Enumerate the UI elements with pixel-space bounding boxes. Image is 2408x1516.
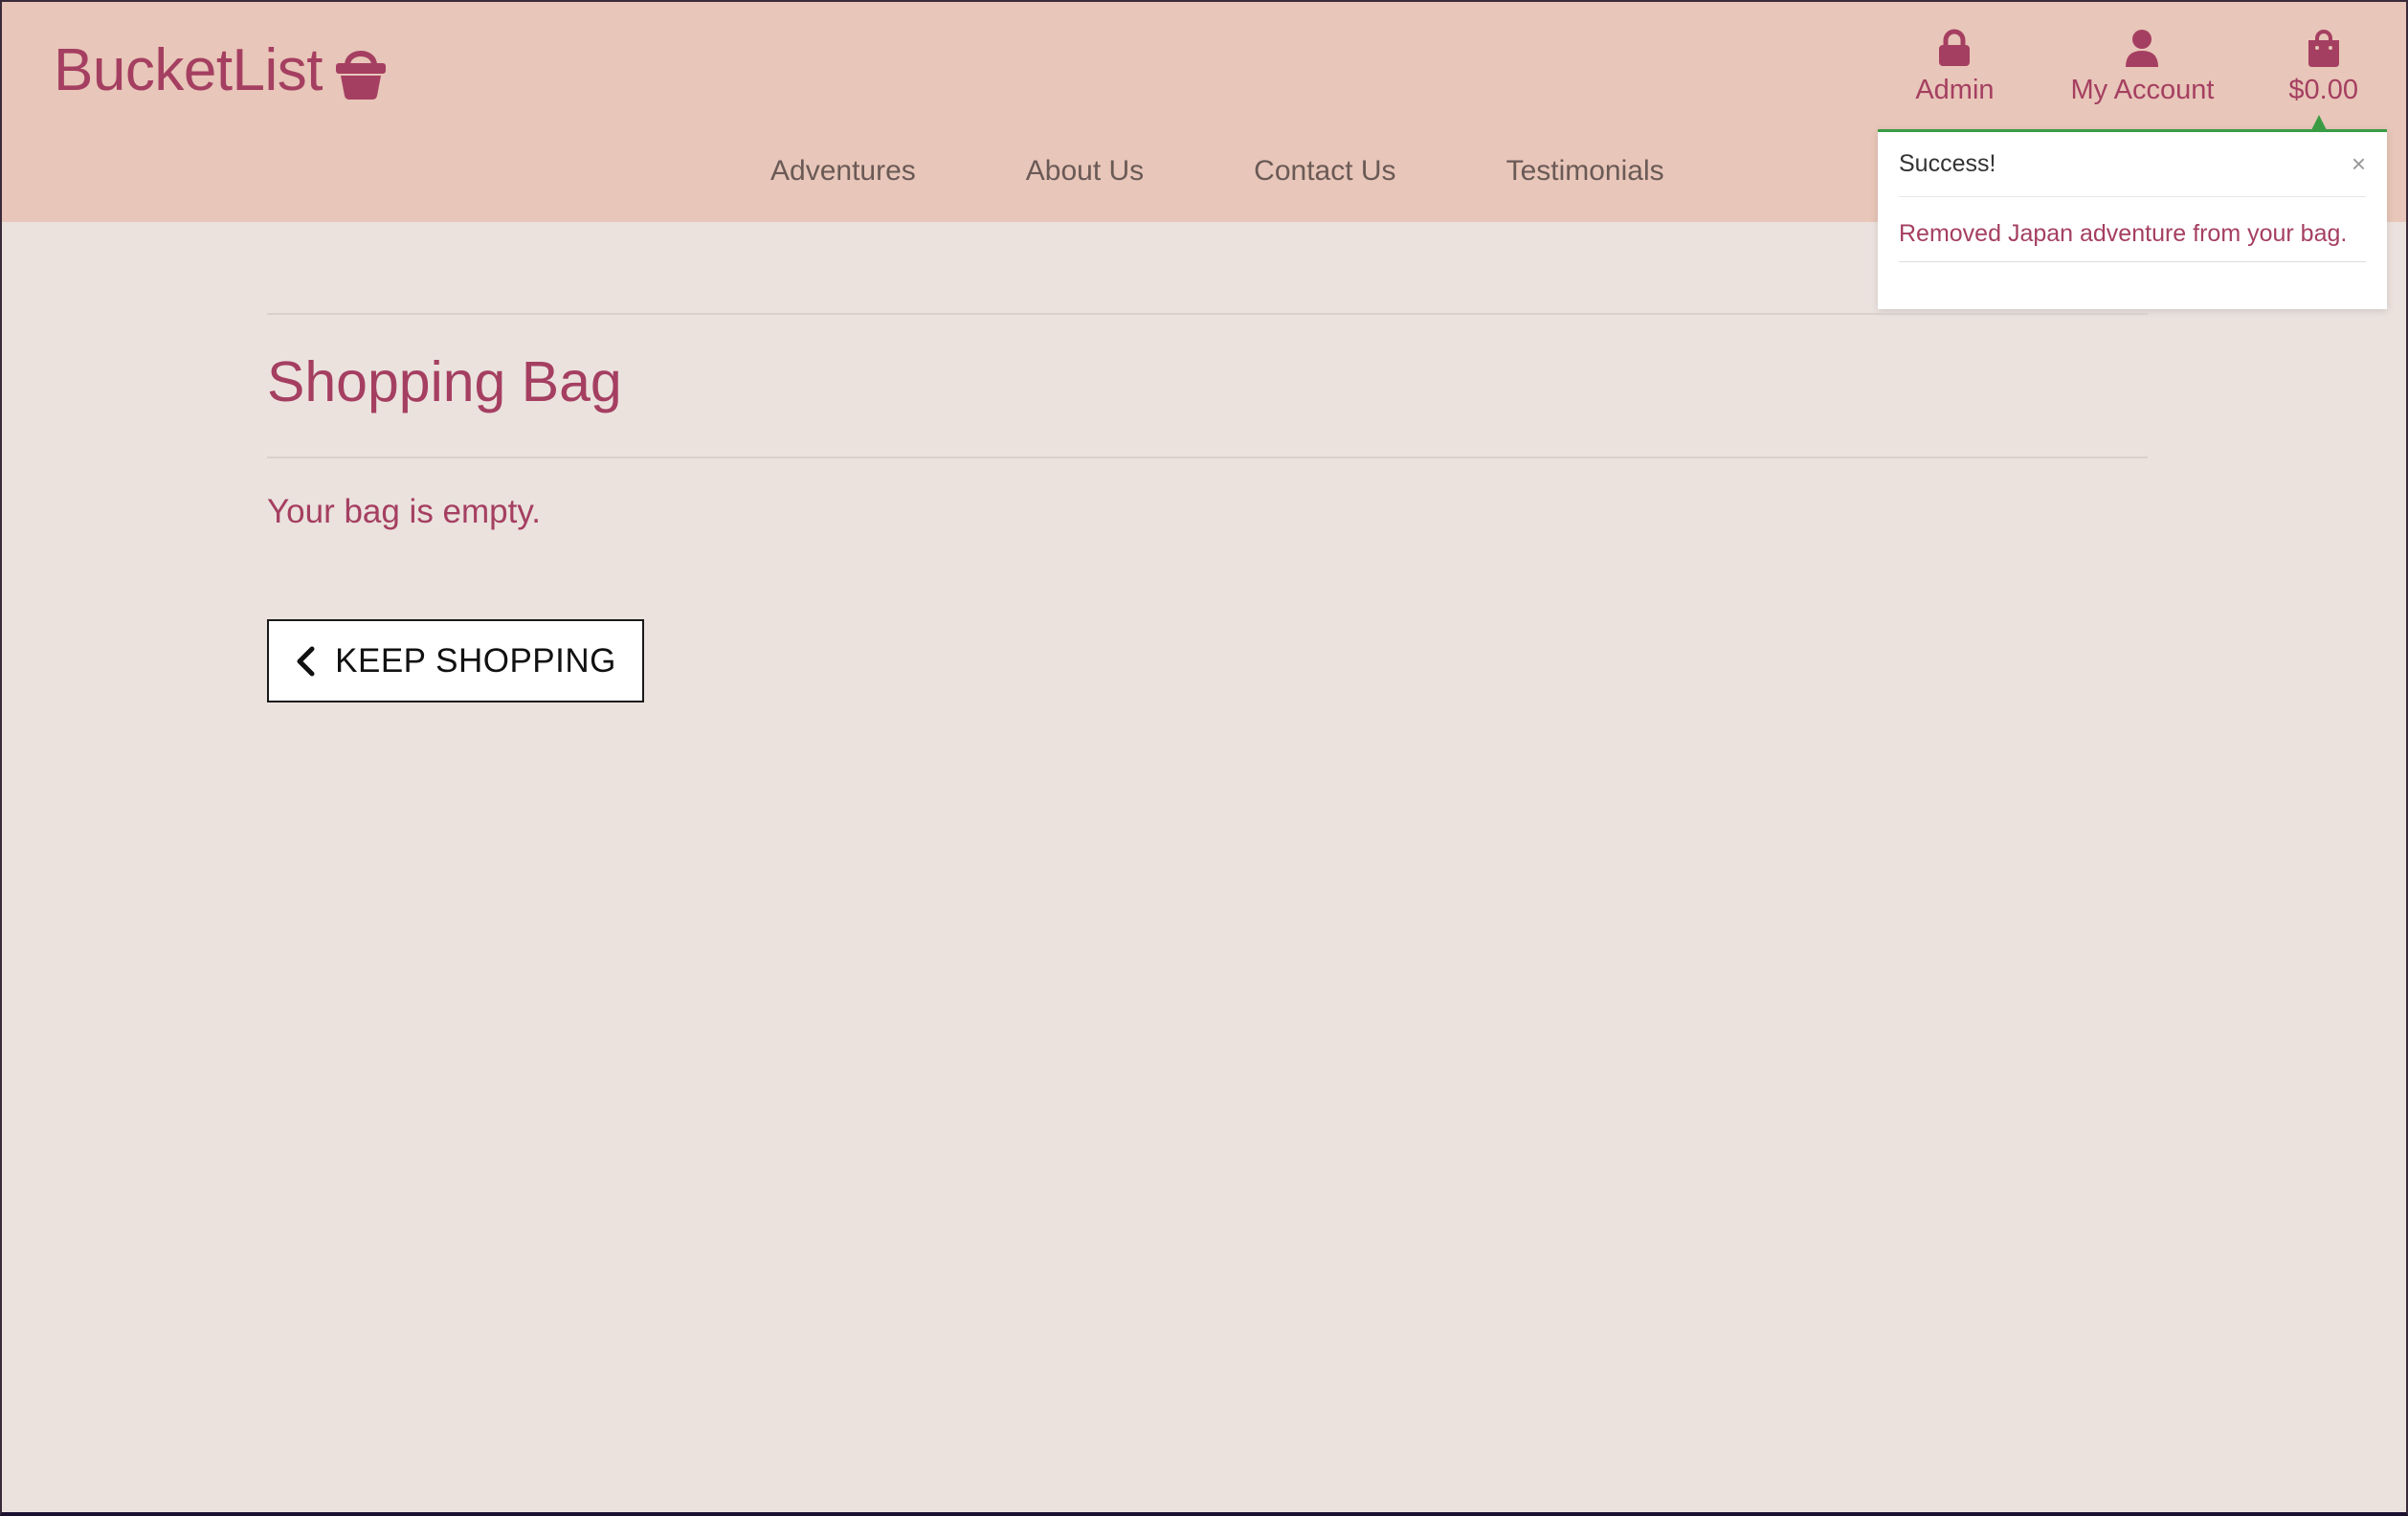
nav-contact-us[interactable]: Contact Us bbox=[1254, 155, 1395, 188]
admin-link[interactable]: Admin bbox=[1915, 29, 1995, 106]
brand-logo[interactable]: BucketList bbox=[54, 36, 387, 104]
account-nav: Admin My Account $0.00 bbox=[1915, 29, 2358, 106]
toast-message: Removed Japan adventure from your bag. bbox=[1899, 220, 2366, 262]
success-toast: Success! × Removed Japan adventure from … bbox=[1878, 115, 2387, 309]
bag-total: $0.00 bbox=[2288, 75, 2358, 105]
divider-top bbox=[267, 313, 2148, 315]
admin-label: Admin bbox=[1915, 75, 1995, 105]
basket-icon bbox=[336, 50, 387, 100]
shopping-bag-icon bbox=[2308, 30, 2339, 67]
page-title: Shopping Bag bbox=[267, 350, 622, 413]
my-account-label: My Account bbox=[2070, 75, 2215, 105]
main-content: Shopping Bag Your bag is empty. KEEP SHO… bbox=[267, 313, 2148, 702]
keep-shopping-button[interactable]: KEEP SHOPPING bbox=[267, 619, 644, 702]
keep-shopping-label: KEEP SHOPPING bbox=[335, 641, 616, 680]
nav-testimonials[interactable]: Testimonials bbox=[1506, 155, 1664, 188]
page: BucketList Admin My Account $0.00 Advent… bbox=[0, 0, 2408, 1516]
nav-about-us[interactable]: About Us bbox=[1026, 155, 1144, 188]
toast-arrow bbox=[2311, 115, 2327, 130]
lock-icon bbox=[1939, 29, 1971, 66]
divider-bottom bbox=[267, 457, 2148, 458]
empty-bag-message: Your bag is empty. bbox=[267, 493, 541, 530]
toast-title: Success! bbox=[1899, 150, 1996, 177]
main-nav: Adventures About Us Contact Us Testimoni… bbox=[770, 155, 1664, 188]
brand-name: BucketList bbox=[54, 37, 323, 103]
close-icon[interactable]: × bbox=[2352, 149, 2366, 179]
bag-link[interactable]: $0.00 bbox=[2288, 29, 2358, 106]
nav-adventures[interactable]: Adventures bbox=[770, 155, 916, 188]
my-account-link[interactable]: My Account bbox=[2070, 29, 2215, 106]
chevron-left-icon bbox=[297, 646, 315, 676]
user-icon bbox=[2126, 30, 2159, 67]
toast-header: Success! × bbox=[1899, 132, 2366, 197]
